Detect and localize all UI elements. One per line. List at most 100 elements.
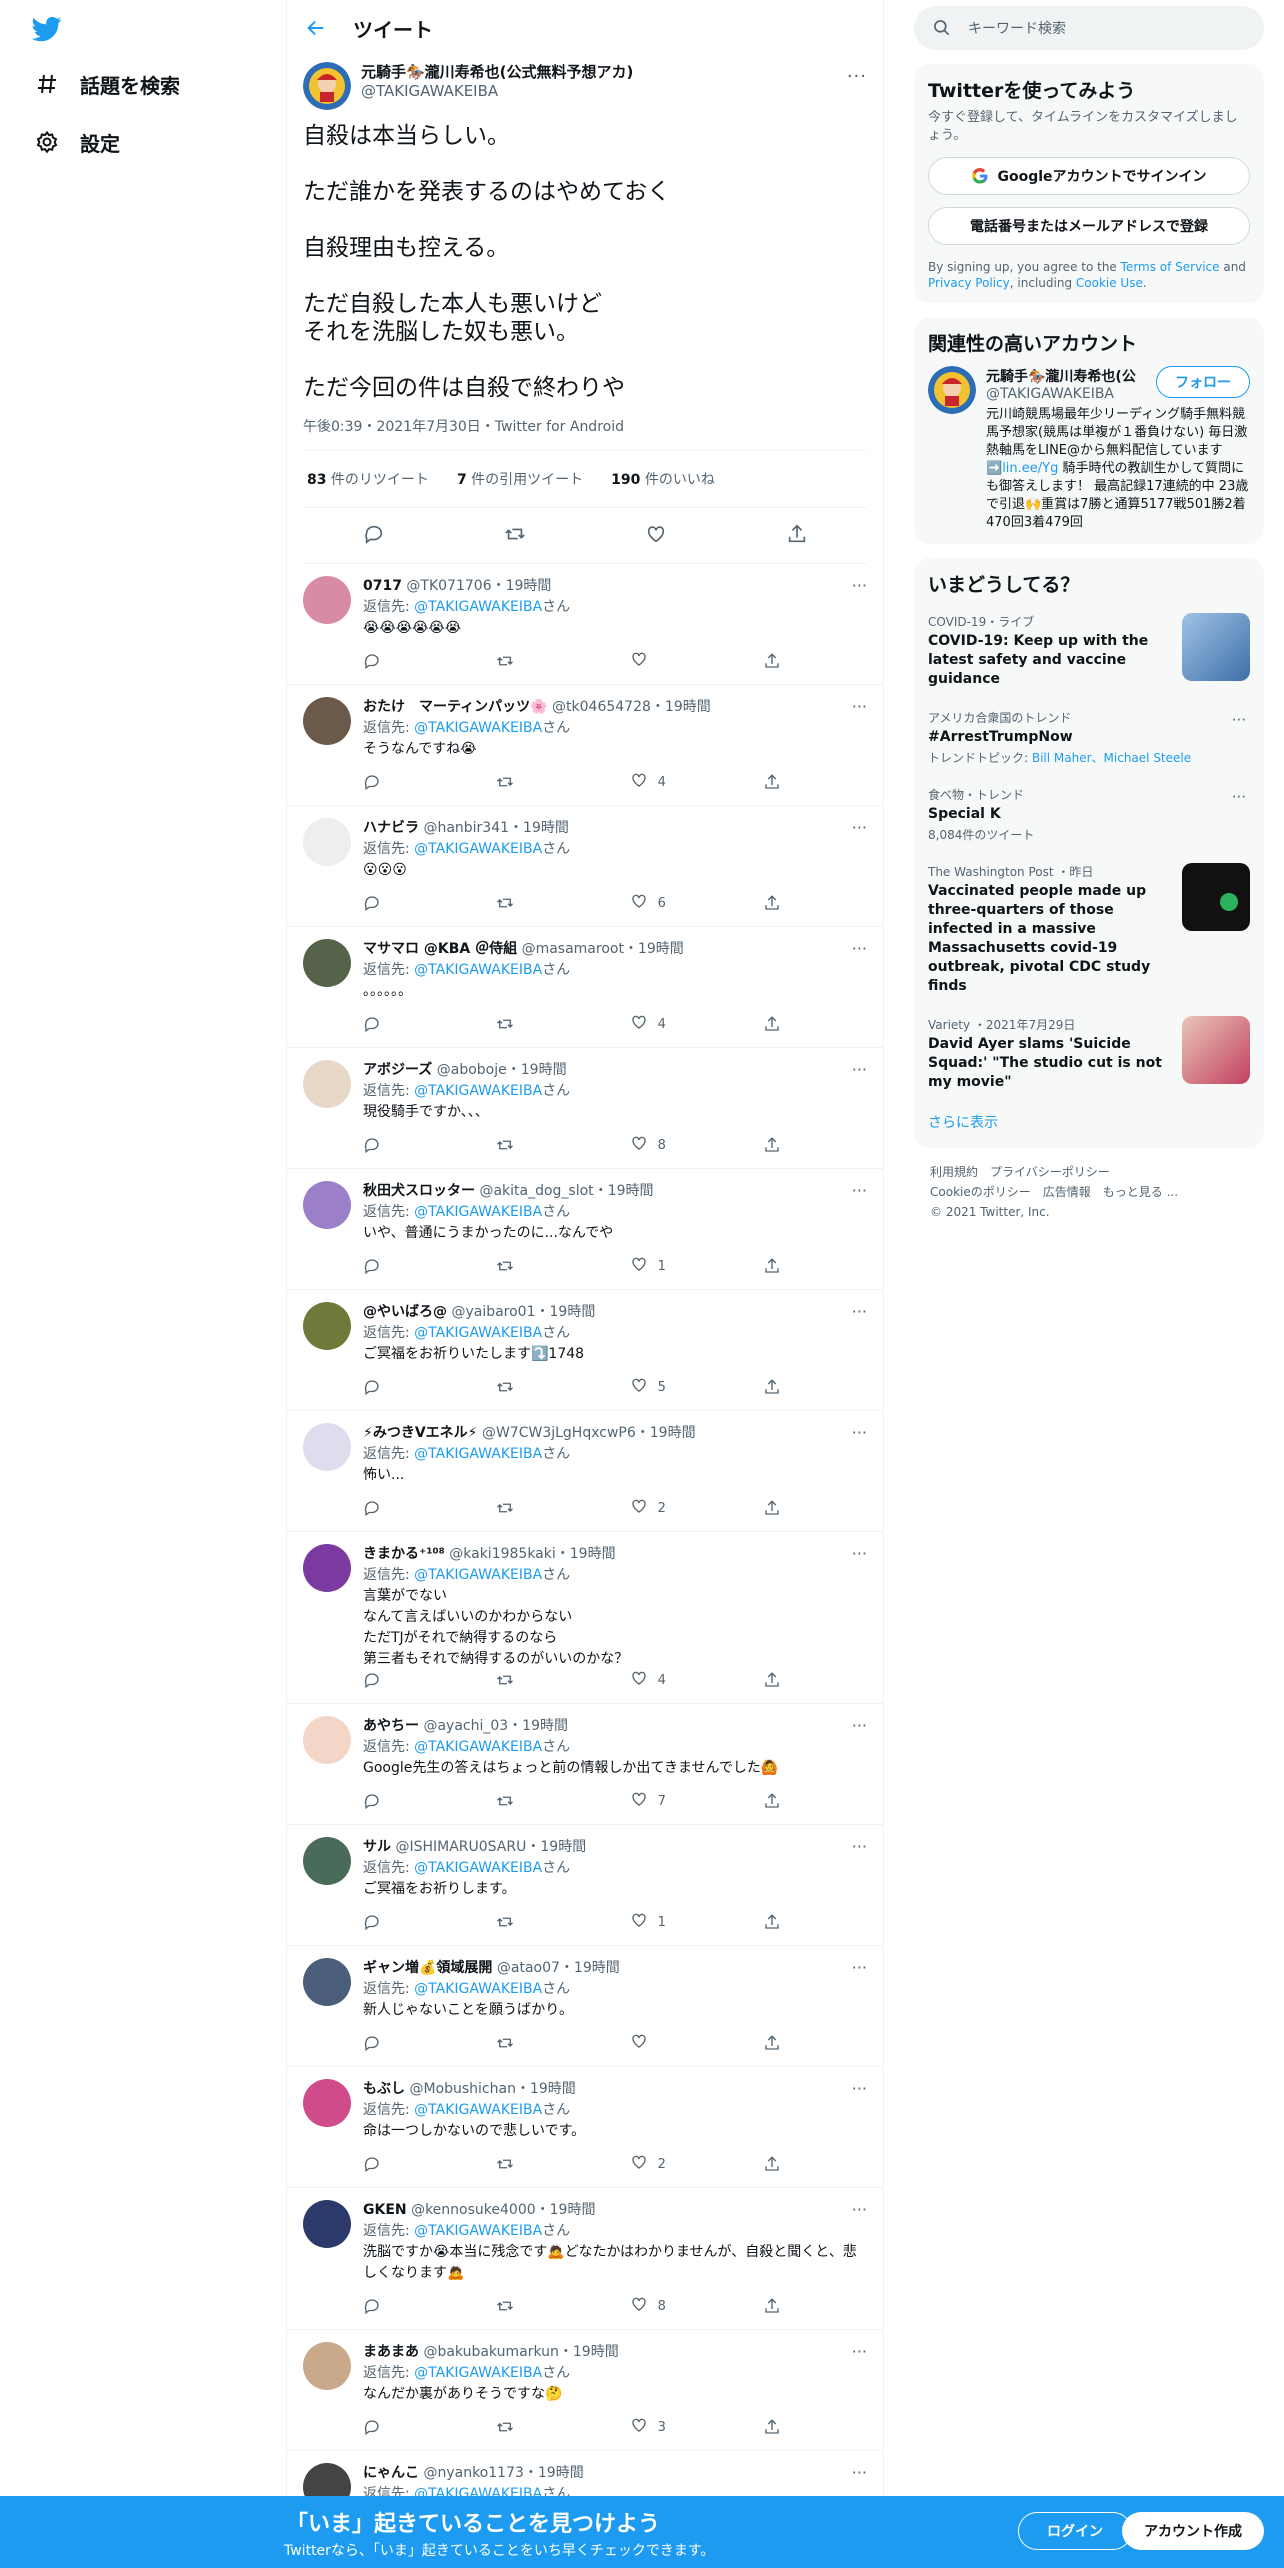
search-input[interactable]: キーワード検索 — [914, 6, 1264, 50]
reply-icon[interactable] — [363, 1913, 453, 1931]
trend-item[interactable]: アメリカ合衆国のトレンド #ArrestTrumpNow トレンドトピック: B… — [928, 699, 1250, 776]
like-button[interactable]: 1 — [630, 1911, 720, 1933]
bio-link[interactable]: lin.ee/Yg — [1002, 461, 1058, 476]
more-icon[interactable]: ··· — [1232, 788, 1246, 806]
reply-tweet[interactable]: おたけ マーティンパッツ🌸 @tk04654728・19時間 返信先: @TAK… — [287, 685, 883, 806]
avatar[interactable] — [303, 1837, 351, 1885]
footer-link[interactable]: Cookieのポリシー — [930, 1185, 1031, 1199]
reply-author-handle[interactable]: @ayachi_03 — [423, 1718, 508, 1734]
like-icon[interactable] — [645, 523, 667, 549]
more-icon[interactable]: ··· — [852, 1716, 867, 1735]
reply-author-handle[interactable]: @Mobushichan — [409, 2081, 515, 2097]
footer-link[interactable]: 利用規約 — [930, 1165, 978, 1179]
more-icon[interactable]: ··· — [852, 818, 867, 837]
avatar[interactable] — [303, 2342, 351, 2390]
reply-to-link[interactable]: @TAKIGAWAKEIBA — [414, 1981, 542, 1997]
follow-button[interactable]: フォロー — [1156, 366, 1250, 398]
phone-signup-button[interactable]: 電話番号またはメールアドレスで登録 — [928, 207, 1250, 245]
reply-icon[interactable] — [363, 1792, 453, 1810]
retweet-icon[interactable] — [496, 1792, 586, 1810]
reply-to-link[interactable]: @TAKIGAWAKEIBA — [414, 2102, 542, 2118]
share-icon[interactable] — [763, 1499, 803, 1517]
author-name[interactable]: 元騎手🏇瀧川寿希也(公式無料予想アカ) — [361, 62, 633, 82]
avatar[interactable] — [303, 2200, 351, 2248]
retweet-icon[interactable] — [496, 652, 586, 670]
reply-time[interactable]: ・19時間 — [556, 1546, 616, 1562]
reply-time[interactable]: ・19時間 — [624, 941, 684, 957]
retweet-icon[interactable] — [496, 1378, 586, 1396]
reply-tweet[interactable]: マサマロ @KBA ＠侍組 @masamaroot・19時間 返信先: @TAK… — [287, 927, 883, 1048]
more-icon[interactable]: ··· — [852, 2342, 867, 2361]
reply-tweet[interactable]: サル @ISHIMARU0SARU・19時間 返信先: @TAKIGAWAKEI… — [287, 1825, 883, 1946]
reply-time[interactable]: ・19時間 — [536, 1304, 596, 1320]
reply-icon[interactable] — [363, 1257, 453, 1275]
reply-author-name[interactable]: ハナビラ — [363, 820, 419, 836]
reply-author-handle[interactable]: @W7CW3jLgHqxcwP6 — [482, 1425, 636, 1441]
reply-time[interactable]: ・19時間 — [524, 2465, 584, 2481]
avatar[interactable] — [303, 2079, 351, 2127]
reply-time[interactable]: ・19時間 — [559, 2344, 619, 2360]
avatar[interactable] — [303, 1716, 351, 1764]
reply-tweet[interactable]: 0717 @TK071706・19時間 返信先: @TAKIGAWAKEIBAさ… — [287, 564, 883, 685]
reply-time[interactable]: ・19時間 — [507, 1062, 567, 1078]
share-icon[interactable] — [763, 1378, 803, 1396]
reply-author-handle[interactable]: @nyanko1173 — [423, 2465, 523, 2481]
reply-to-link[interactable]: @TAKIGAWAKEIBA — [414, 1446, 542, 1462]
like-count[interactable]: 190 件のいいね — [611, 469, 715, 489]
more-icon[interactable]: ··· — [852, 1181, 867, 1200]
retweet-icon[interactable] — [496, 2155, 586, 2173]
reply-to-link[interactable]: @TAKIGAWAKEIBA — [414, 2223, 542, 2239]
retweet-icon[interactable] — [496, 894, 586, 912]
reply-icon[interactable] — [363, 1015, 453, 1033]
reply-author-name[interactable]: にゃんこ — [363, 2465, 419, 2481]
tos-link[interactable]: Terms of Service — [1121, 260, 1220, 274]
trend-item[interactable]: 食べ物・トレンド Special K 8,084件のツイート ··· — [928, 776, 1250, 853]
like-button[interactable] — [630, 650, 720, 672]
avatar[interactable] — [303, 1060, 351, 1108]
reply-author-name[interactable]: ⚡みつきVエネル⚡ — [363, 1425, 478, 1441]
reply-icon[interactable] — [363, 1499, 453, 1517]
reply-author-name[interactable]: 秋田犬スロッター — [363, 1183, 475, 1199]
share-icon[interactable] — [763, 2034, 803, 2052]
reply-tweet[interactable]: まあまあ @bakubakumarkun・19時間 返信先: @TAKIGAWA… — [287, 2330, 883, 2451]
more-icon[interactable]: ··· — [852, 1423, 867, 1442]
retweet-icon[interactable] — [496, 773, 586, 791]
like-button[interactable] — [630, 2032, 720, 2054]
reply-icon[interactable] — [363, 1136, 453, 1154]
reply-author-name[interactable]: おたけ マーティンパッツ🌸 — [363, 699, 548, 715]
reply-author-handle[interactable]: @kaki1985kaki — [449, 1546, 556, 1562]
reply-author-handle[interactable]: @atao07 — [497, 1960, 560, 1976]
like-button[interactable]: 8 — [630, 2295, 720, 2317]
reply-author-name[interactable]: マサマロ @KBA ＠侍組 — [363, 941, 517, 957]
like-button[interactable]: 8 — [630, 1134, 720, 1156]
reply-time[interactable]: ・19時間 — [636, 1425, 696, 1441]
reply-to-link[interactable]: @TAKIGAWAKEIBA — [414, 599, 542, 615]
avatar[interactable] — [303, 1302, 351, 1350]
account-name[interactable]: 元騎手🏇瀧川寿希也(公 — [986, 366, 1146, 386]
reply-tweet[interactable]: ハナビラ @hanbir341・19時間 返信先: @TAKIGAWAKEIBA… — [287, 806, 883, 927]
reply-icon[interactable] — [363, 1671, 453, 1689]
reply-author-name[interactable]: @やいばろ@ — [363, 1304, 447, 1320]
avatar[interactable] — [303, 1423, 351, 1471]
retweet-icon[interactable] — [496, 1671, 586, 1689]
retweet-icon[interactable] — [496, 1257, 586, 1275]
reply-time[interactable]: ・19時間 — [536, 2202, 596, 2218]
avatar[interactable] — [303, 1181, 351, 1229]
more-icon[interactable]: ··· — [852, 2463, 867, 2482]
more-icon[interactable]: ··· — [852, 1958, 867, 1977]
more-icon[interactable]: ··· — [1232, 711, 1246, 729]
twitter-logo-icon[interactable] — [30, 14, 64, 44]
share-icon[interactable] — [763, 1792, 803, 1810]
reply-to-link[interactable]: @TAKIGAWAKEIBA — [414, 1204, 542, 1220]
reply-tweet[interactable]: アボジーズ @aboboje・19時間 返信先: @TAKIGAWAKEIBAさ… — [287, 1048, 883, 1169]
reply-icon[interactable] — [363, 1378, 453, 1396]
reply-to-link[interactable]: @TAKIGAWAKEIBA — [414, 2365, 542, 2381]
like-button[interactable]: 2 — [630, 2153, 720, 2175]
reply-to-link[interactable]: @TAKIGAWAKEIBA — [414, 1083, 542, 1099]
share-icon[interactable] — [763, 1257, 803, 1275]
reply-tweet[interactable]: あやちー @ayachi_03・19時間 返信先: @TAKIGAWAKEIBA… — [287, 1704, 883, 1825]
trend-topic-links[interactable]: Bill Maher、Michael Steele — [1032, 751, 1191, 765]
reply-tweet[interactable]: きまかる⁺¹⁰⁸ @kaki1985kaki・19時間 返信先: @TAKIGA… — [287, 1532, 883, 1704]
more-icon[interactable]: ··· — [852, 1060, 867, 1079]
share-icon[interactable] — [763, 1015, 803, 1033]
